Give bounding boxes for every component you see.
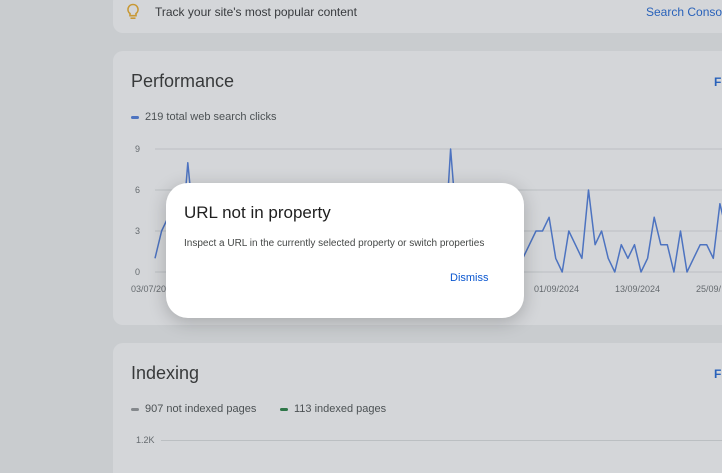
dismiss-button[interactable]: Dismiss xyxy=(440,266,499,290)
dialog-body: Inspect a URL in the currently selected … xyxy=(184,238,485,249)
dialog-title: URL not in property xyxy=(184,203,331,222)
url-not-in-property-dialog: URL not in property Inspect a URL in the… xyxy=(166,183,524,318)
